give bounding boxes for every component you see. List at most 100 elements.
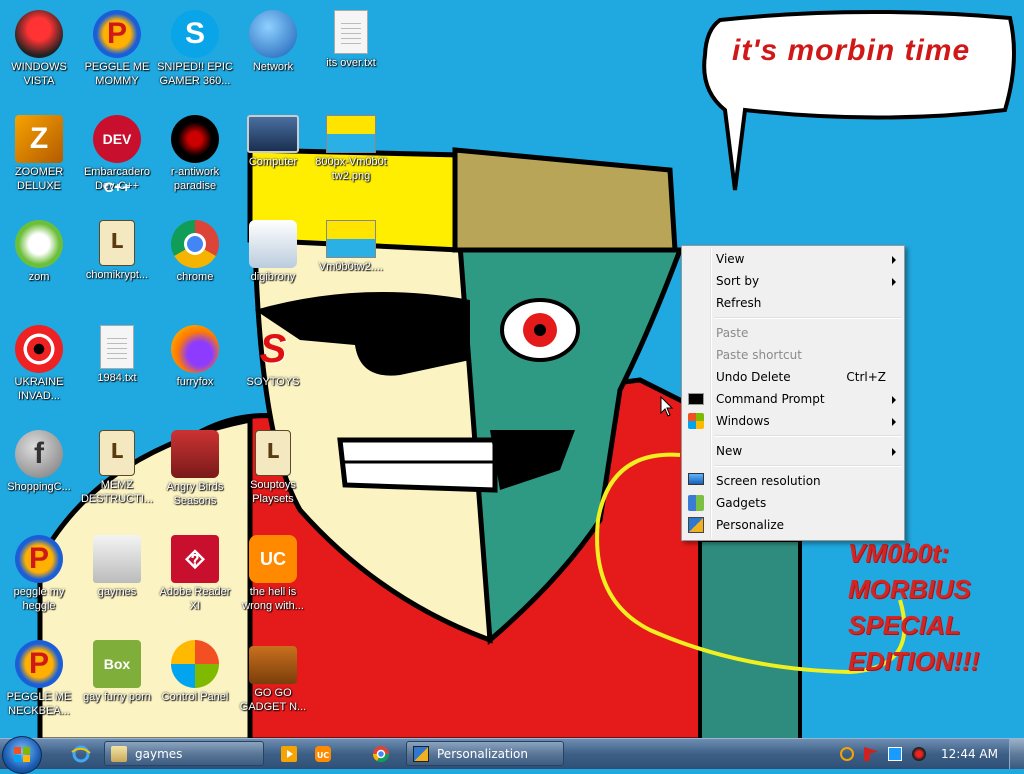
icon-label: zom: [28, 271, 50, 283]
peggle-icon: P: [15, 640, 63, 688]
desktop-icon-devcpp[interactable]: DEV C++ Embarcadero Dev-C++: [79, 111, 155, 201]
edition-caption: VM0b0t: MORBIUS SPECIAL EDITION!!!: [848, 538, 980, 676]
desktop-icon-souptoys[interactable]: Souptoys Playsets: [235, 426, 311, 516]
desktop-icon-zoomer-deluxe[interactable]: Z ZOOMER DELUXE: [1, 111, 77, 201]
desktop-icon-antiwork[interactable]: r-antiwork paradise: [157, 111, 233, 201]
icon-label: Vm0b0tw2....: [318, 261, 384, 273]
soytoys-icon: S: [259, 327, 287, 371]
taskbar: gaymes UC Personalization 12:44 AM: [0, 736, 1024, 774]
desktop-icon-gaymes[interactable]: gaymes: [79, 531, 155, 621]
show-desktop-button[interactable]: [1009, 739, 1024, 769]
menu-item-refresh[interactable]: Refresh: [682, 292, 904, 314]
icon-label: PEGGLE ME NECKBEA...: [6, 691, 72, 717]
adobe-reader-icon: ⯑: [171, 535, 219, 583]
icon-label: Souptoys Playsets: [250, 479, 296, 505]
menu-item-undo-delete[interactable]: Undo Delete Ctrl+Z: [682, 366, 904, 388]
icon-label: 800px-Vm0b0t tw2.png: [315, 156, 387, 182]
desktop-icon-sniped[interactable]: S SNIPED!! EPIC GAMER 360...: [157, 6, 233, 96]
menu-item-command-prompt[interactable]: Command Prompt: [682, 388, 904, 410]
desktop-icon-adobe-reader[interactable]: ⯑ Adobe Reader XI: [157, 531, 233, 621]
desktop-icon-800px-png[interactable]: 800px-Vm0b0t tw2.png: [313, 111, 389, 201]
menu-item-label: Screen resolution: [716, 474, 821, 488]
desktop-icon-soytoys[interactable]: S SOYTOYS: [235, 321, 311, 411]
menu-item-view[interactable]: View: [682, 248, 904, 270]
desktop-icon-its-over[interactable]: its over.txt: [313, 6, 389, 96]
icon-label: peggle my heggle: [13, 586, 65, 612]
image-file-icon: [326, 115, 376, 153]
menu-item-sort-by[interactable]: Sort by: [682, 270, 904, 292]
desktop-icon-peggle-neckbeard[interactable]: P PEGGLE ME NECKBEA...: [1, 636, 77, 726]
desktop-icon-zom[interactable]: zom: [1, 216, 77, 306]
angry-birds-icon: [171, 430, 219, 478]
desktop-icon-uc-browser[interactable]: UC the hell is wrong with...: [235, 531, 311, 621]
desktop-icon-1984-txt[interactable]: 1984.txt: [79, 321, 155, 411]
computer-icon: [247, 115, 299, 153]
menu-item-label: Sort by: [716, 274, 760, 288]
network-status-icon[interactable]: [888, 747, 902, 761]
flag-icon[interactable]: [864, 747, 878, 761]
taskbar-button-gaymes[interactable]: gaymes: [104, 741, 264, 766]
volume-icon[interactable]: [912, 747, 926, 761]
chrome-icon: [171, 220, 219, 268]
media-player-icon[interactable]: [278, 744, 300, 764]
uc-browser-icon[interactable]: UC: [312, 744, 334, 764]
desktop-icon-network[interactable]: Network: [235, 6, 311, 96]
desktop-icon-chomikrypt[interactable]: chomikrypt...: [79, 216, 155, 306]
icon-label: ZOOMER DELUXE: [14, 166, 64, 192]
chrome-icon[interactable]: [370, 744, 392, 764]
desktop-icon-furryfox[interactable]: furryfox: [157, 321, 233, 411]
desktop-icon-shopping[interactable]: f ShoppingC...: [1, 426, 77, 516]
icon-label: r-antiwork paradise: [170, 166, 220, 192]
icon-label: its over.txt: [326, 57, 376, 69]
hourglass-app-icon: [255, 430, 291, 476]
peggle-icon: P: [93, 10, 141, 58]
clock[interactable]: 12:44 AM: [941, 739, 998, 769]
gadgets-icon: [688, 495, 704, 511]
desktop-icon-control-panel[interactable]: Control Panel: [157, 636, 233, 726]
speech-bubble-text: it's morbin time: [732, 34, 971, 67]
peggle-icon: P: [15, 535, 63, 583]
desktop-icon-vm0b0tw2[interactable]: Vm0b0tw2....: [313, 216, 389, 306]
desktop-icon-digibrony[interactable]: digibrony: [235, 216, 311, 306]
desktop-icon-windows-vista[interactable]: WINDOWS VISTA: [1, 6, 77, 96]
desktop-icon-peggle-my-heggle[interactable]: P peggle my heggle: [1, 531, 77, 621]
taskbar-button-personalization[interactable]: Personalization: [406, 741, 564, 766]
internet-explorer-icon[interactable]: [70, 744, 92, 764]
desktop-icon-computer[interactable]: Computer: [235, 111, 311, 201]
menu-item-windows[interactable]: Windows: [682, 410, 904, 432]
desktop-icon-ukraine[interactable]: UKRAINE INVAD...: [1, 321, 77, 411]
menu-item-screen-resolution[interactable]: Screen resolution: [682, 470, 904, 492]
submenu-arrow-icon: [892, 448, 896, 456]
desktop-icon-gay-furry[interactable]: Box gay furry porn: [79, 636, 155, 726]
folder-icon: [111, 746, 127, 762]
icon-label: furryfox: [176, 376, 214, 388]
taskbar-button-label: gaymes: [135, 747, 183, 761]
desktop-icon-angry-birds[interactable]: Angry Birds Seasons: [157, 426, 233, 516]
desktop-icon-peggle-me-mommy[interactable]: P PEGGLE ME MOMMY: [79, 6, 155, 96]
text-file-icon: [100, 325, 134, 369]
desktop-icon-chrome[interactable]: chrome: [157, 216, 233, 306]
menu-item-paste[interactable]: Paste: [682, 322, 904, 344]
skype-icon: S: [171, 10, 219, 58]
icon-label: chomikrypt...: [85, 269, 149, 281]
icon-label: Adobe Reader XI: [159, 586, 231, 612]
icon-label: WINDOWS VISTA: [11, 61, 67, 87]
antiwork-icon: [171, 115, 219, 163]
menu-item-paste-shortcut[interactable]: Paste shortcut: [682, 344, 904, 366]
icon-label: digibrony: [250, 271, 296, 283]
menu-item-label: Paste: [716, 326, 749, 340]
menu-item-label: Gadgets: [716, 496, 767, 510]
menu-separator: [714, 435, 902, 437]
start-button[interactable]: [2, 736, 42, 774]
menu-item-gadgets[interactable]: Gadgets: [682, 492, 904, 514]
desktop-icon-gadget[interactable]: GO GO GADGET N...: [235, 636, 311, 726]
zuma-icon: Z: [15, 115, 63, 163]
search-icon[interactable]: [840, 747, 854, 761]
menu-item-label: Refresh: [716, 296, 762, 310]
desktop-context-menu: View Sort by Refresh Paste Paste shortcu…: [681, 245, 905, 541]
personalization-icon: [413, 746, 429, 762]
icon-label: PEGGLE ME MOMMY: [84, 61, 150, 87]
desktop-icon-memz[interactable]: MEMZ DESTRUCTI...: [79, 426, 155, 516]
menu-item-personalize[interactable]: Personalize: [682, 514, 904, 536]
menu-item-new[interactable]: New: [682, 440, 904, 462]
